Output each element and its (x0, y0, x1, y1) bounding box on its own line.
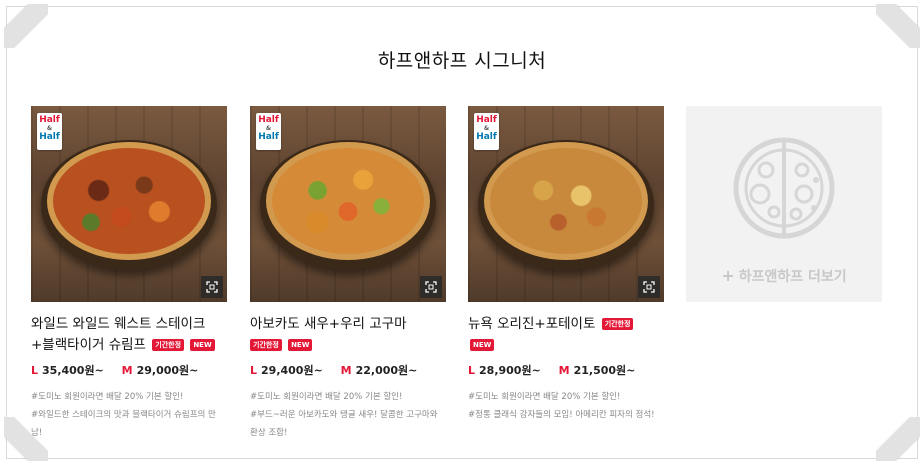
price-l: 29,400원~ (261, 364, 323, 377)
price-row: L 35,400원~ M 29,000원~ (31, 362, 227, 378)
limited-badge: 기간한정 (152, 339, 185, 351)
product-card[interactable]: Half & Half 아보카도 새우+우리 고구마 기간한정 NEW L 29,… (250, 106, 446, 442)
pizza-photo (484, 142, 648, 260)
pizza-image[interactable]: Half & Half (31, 106, 227, 302)
new-badge: NEW (288, 339, 313, 351)
half-and-half-logo: Half & Half (474, 113, 499, 150)
desc-line: #와일드한 스테이크의 맛과 블랙타이거 슈림프의 만남! (31, 410, 216, 438)
half-and-half-logo: Half & Half (37, 113, 62, 150)
product-name-text: 아보카도 새우+우리 고구마 (250, 316, 407, 332)
desc-line: #정통 클래식 강자들의 모임! 아메리칸 피자의 정석! (468, 410, 655, 420)
zoom-button[interactable] (638, 276, 660, 298)
half-and-half-logo: Half & Half (256, 113, 281, 150)
product-card[interactable]: Half & Half 와일드 와일드 웨스트 스테이크+블랙타이거 슈림프 기… (31, 106, 227, 442)
product-name[interactable]: 아보카도 새우+우리 고구마 기간한정 NEW (250, 314, 446, 356)
corner-decoration (876, 417, 920, 461)
expand-icon (643, 281, 655, 293)
corner-decoration (4, 4, 48, 48)
desc-line: #도미노 회원이라면 배달 20% 기본 할인! (250, 392, 403, 402)
price-l: 28,900원~ (479, 364, 541, 377)
product-description: #도미노 회원이라면 배달 20% 기본 할인! #부드~러운 아보카도와 탱글… (250, 388, 446, 442)
size-m-label: M (340, 364, 352, 377)
product-name-text: 뉴욕 오리진+포테이토 (468, 316, 596, 332)
product-description: #도미노 회원이라면 배달 20% 기본 할인! #와일드한 스테이크의 맛과 … (31, 388, 227, 442)
size-m-label: M (121, 364, 133, 377)
more-label-text: 하프앤하프 더보기 (738, 269, 847, 285)
size-m-label: M (558, 364, 570, 377)
new-badge: NEW (470, 339, 495, 351)
price-l: 35,400원~ (42, 364, 104, 377)
size-l-label: L (250, 364, 258, 377)
product-name[interactable]: 와일드 와일드 웨스트 스테이크+블랙타이거 슈림프 기간한정 NEW (31, 314, 227, 356)
expand-icon (206, 281, 218, 293)
product-name[interactable]: 뉴욕 오리진+포테이토 기간한정 NEW (468, 314, 664, 356)
zoom-button[interactable] (201, 276, 223, 298)
limited-badge: 기간한정 (250, 339, 282, 351)
pizza-image[interactable]: Half & Half (250, 106, 446, 302)
pizza-image[interactable]: Half & Half (468, 106, 664, 302)
corner-decoration (876, 4, 920, 48)
expand-icon (425, 281, 437, 293)
size-l-label: L (468, 364, 476, 377)
half-half-pizza-icon (733, 137, 835, 239)
price-row: L 29,400원~ M 22,000원~ (250, 362, 446, 378)
section-title: 하프앤하프 시그니처 (377, 50, 547, 72)
pizza-photo (266, 142, 430, 260)
pizza-photo (47, 142, 211, 260)
limited-badge: 기간한정 (601, 318, 634, 330)
size-l-label: L (31, 364, 39, 377)
product-description: #도미노 회원이라면 배달 20% 기본 할인! #정통 클래식 강자들의 모임… (468, 388, 664, 424)
new-badge: NEW (190, 339, 215, 351)
desc-line: #도미노 회원이라면 배달 20% 기본 할인! (468, 392, 621, 402)
price-m: 22,000원~ (355, 364, 418, 377)
price-m: 21,500원~ (573, 364, 636, 377)
desc-line: #도미노 회원이라면 배달 20% 기본 할인! (31, 392, 184, 402)
more-half-and-half-button[interactable]: + 하프앤하프 더보기 (686, 106, 882, 302)
zoom-button[interactable] (420, 276, 442, 298)
price-m: 29,000원~ (136, 364, 199, 377)
price-row: L 28,900원~ M 21,500원~ (468, 362, 664, 378)
desc-line: #부드~러운 아보카도와 탱글 새우! 달콤한 고구마와 환상 조합! (250, 410, 438, 438)
product-card[interactable]: Half & Half 뉴욕 오리진+포테이토 기간한정 NEW L 28,900… (468, 106, 664, 424)
plus-icon: + (721, 266, 735, 285)
more-label: + 하프앤하프 더보기 (686, 266, 882, 286)
